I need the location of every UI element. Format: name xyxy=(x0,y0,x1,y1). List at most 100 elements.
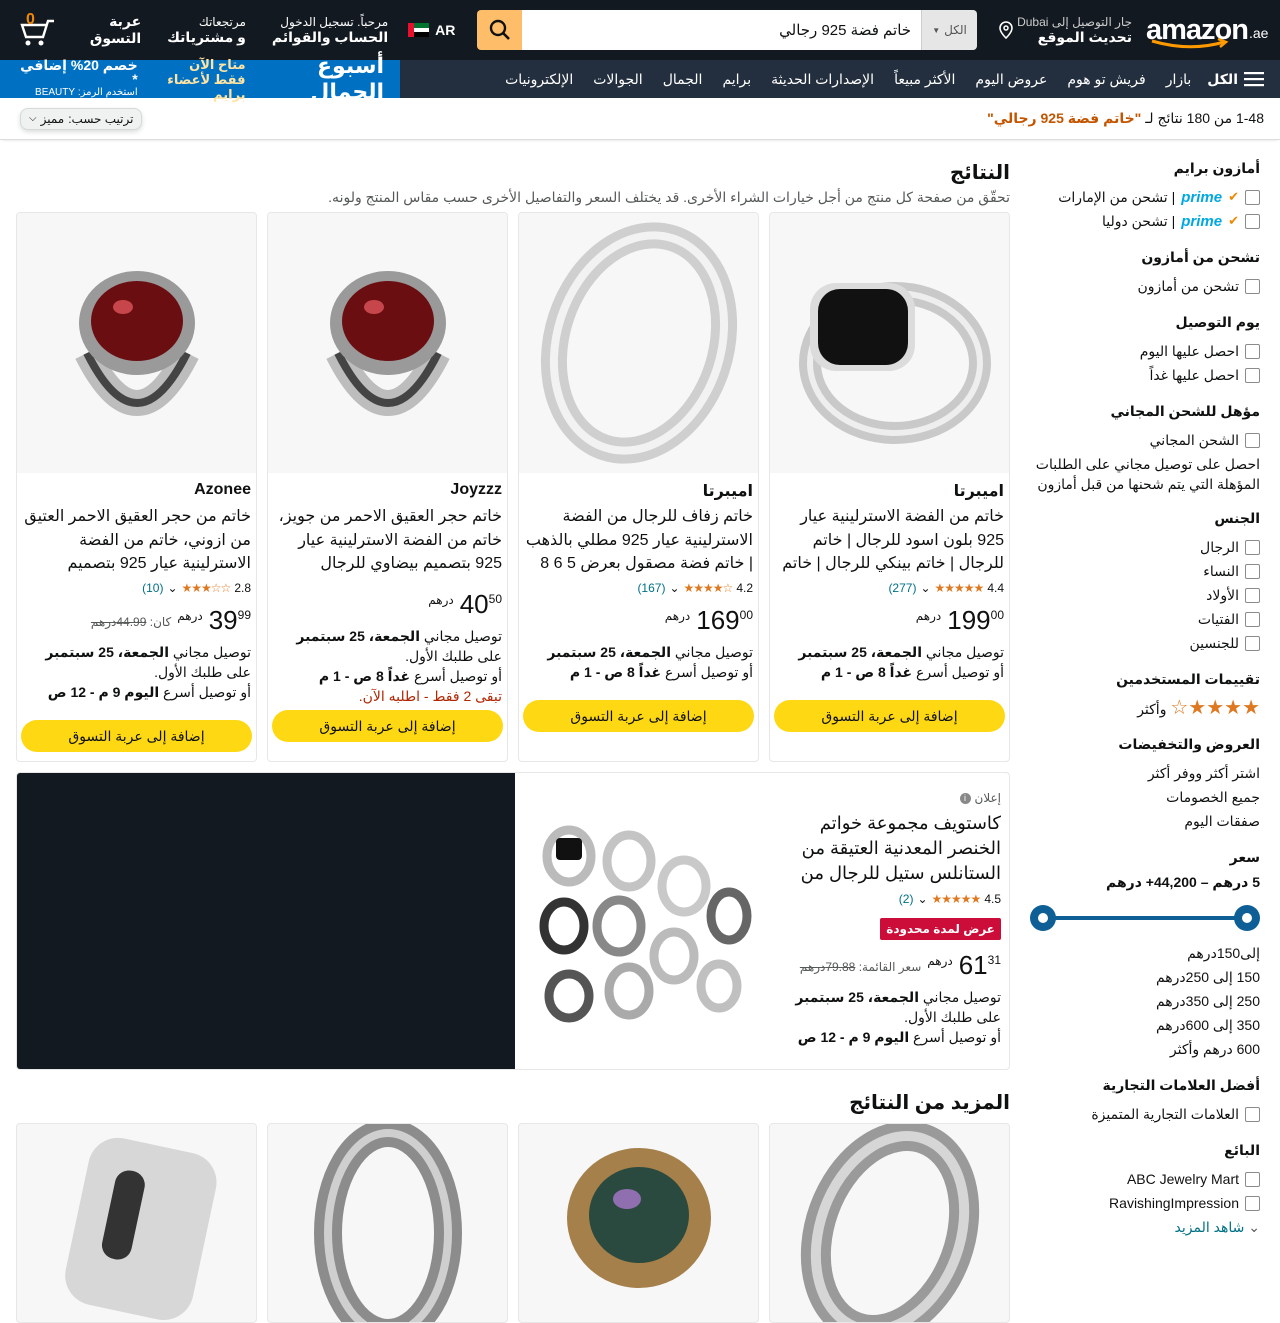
add-to-cart-button[interactable]: إضافة إلى عربة التسوق xyxy=(272,710,503,742)
sponsored-rating[interactable]: (2) ⌄ ★★★★★ 4.5 xyxy=(771,892,1001,906)
checkbox[interactable] xyxy=(1245,213,1260,229)
filter-gender-men[interactable]: الرجال xyxy=(1030,535,1260,559)
product-card[interactable]: اميبرتا خاتم من الفضة الاسترلينية عيار 9… xyxy=(769,212,1010,762)
subnav-link-beauty[interactable]: الجمال xyxy=(653,71,713,88)
product-image-tungsten-ring[interactable] xyxy=(769,1123,1010,1323)
filter-seller-ravishing[interactable]: RavishingImpression xyxy=(1030,1191,1260,1215)
ad-label[interactable]: إعلان i xyxy=(771,791,1001,805)
rating-count[interactable]: (167) xyxy=(637,581,665,595)
beauty-week-promo[interactable]: أسبوع الجمال متاح الآن فقط لأعضاء برايم … xyxy=(0,53,400,104)
results-query: "خاتم فضة 925 رجالي" xyxy=(987,110,1142,126)
filter-free-title: مؤهل للشحن المجاني xyxy=(1110,403,1260,419)
filter-seller-abc[interactable]: ABC Jewelry Mart xyxy=(1030,1167,1260,1191)
filter-deal-link[interactable]: صفقات اليوم xyxy=(1030,809,1260,833)
filter-free-option[interactable]: الشحن المجاني xyxy=(1030,428,1260,452)
product-title[interactable]: خاتم حجر العقيق الاحمر من جويز، خاتم من … xyxy=(273,505,502,575)
product-image-silver-band[interactable] xyxy=(267,1123,508,1323)
see-more-link[interactable]: ⌄ شاهد المزيد xyxy=(1030,1215,1260,1239)
account-menu[interactable]: مرحباً. تسجيل الدخول الحساب والقوائم xyxy=(272,15,388,46)
subnav-link-mobiles[interactable]: الجوالات xyxy=(583,71,652,88)
checkbox[interactable] xyxy=(1245,189,1260,205)
product-image-mystic-stone-ring[interactable] xyxy=(518,1123,759,1323)
search-button[interactable] xyxy=(477,10,523,50)
filter-prime-uae[interactable]: ✔ prime | تشحن من الإمارات xyxy=(1030,185,1260,209)
product-card[interactable]: Joyzzz خاتم حجر العقيق الاحمر من جويز، خ… xyxy=(267,212,508,762)
rating-count[interactable]: (277) xyxy=(888,581,916,595)
subnav-link-fresh[interactable]: فريش تو هوم xyxy=(1057,71,1155,88)
checkbox[interactable] xyxy=(1245,343,1260,359)
filter-gender-boys[interactable]: الأولاد xyxy=(1030,583,1260,607)
filter-prime-intl[interactable]: ✔ prime | تشحن دوليا xyxy=(1030,209,1260,233)
filter-brands-top[interactable]: العلامات التجارية المتميزة xyxy=(1030,1102,1260,1126)
sponsored-image-ring-set[interactable] xyxy=(515,773,763,1069)
checkbox[interactable] xyxy=(1245,278,1260,294)
price-slider-max-handle[interactable] xyxy=(1030,905,1056,931)
product-rating[interactable]: (10) ⌄ ★★★☆☆ 2.8 xyxy=(22,581,251,595)
filter-gender-unisex[interactable]: للجنسين xyxy=(1030,631,1260,655)
subnav-link-prime[interactable]: برايم xyxy=(712,71,761,88)
filter-delivery-tomorrow[interactable]: احصل عليها غداً xyxy=(1030,363,1260,387)
filter-deal-link[interactable]: جميع الخصومات xyxy=(1030,785,1260,809)
filter-fba: تشحن من أمازون تشحن من أمازون xyxy=(1030,249,1260,298)
filter-gender-women[interactable]: النساء xyxy=(1030,559,1260,583)
price-slider[interactable] xyxy=(1030,903,1260,933)
product-title[interactable]: خاتم من حجر العقيق الاحمر العتيق من ازون… xyxy=(22,505,251,575)
checkbox[interactable] xyxy=(1245,1171,1260,1187)
filter-deal-link[interactable]: اشتر أكثر ووفر أكثر xyxy=(1030,761,1260,785)
sponsored-title[interactable]: كاستويف مجموعة خواتم الخنصر المعدنية الع… xyxy=(771,811,1001,886)
checkbox[interactable] xyxy=(1245,1106,1260,1122)
returns-orders[interactable]: مرتجعاتك و مشترياتك xyxy=(167,15,246,46)
checkbox[interactable] xyxy=(1245,563,1260,579)
checkbox[interactable] xyxy=(1245,587,1260,603)
filter-reviews-4up[interactable]: ★★★★☆ وأكثر xyxy=(1030,696,1261,720)
subnav-link-deals[interactable]: عروض اليوم xyxy=(965,71,1057,88)
subnav-link-new-releases[interactable]: الإصدارات الحديثة xyxy=(761,71,884,88)
deliver-to[interactable]: جار التوصيل إلى Dubai تحديث الموقع xyxy=(999,15,1132,46)
checkbox[interactable] xyxy=(1245,539,1260,555)
checkbox[interactable] xyxy=(1245,432,1260,448)
product-title[interactable]: خاتم زفاف للرجال من الفضة الاسترلينية عي… xyxy=(524,505,753,575)
checkbox[interactable] xyxy=(1245,367,1260,383)
product-image-black-signet-ring[interactable] xyxy=(770,213,1009,473)
product-image-wedding-band[interactable] xyxy=(519,213,758,473)
orders-line1: مرتجعاتك xyxy=(198,14,246,29)
product-image-red-agate-ring[interactable] xyxy=(17,213,256,473)
results-count: 1-48 من 180 نتائج لـ "خاتم فضة 925 رجالي… xyxy=(987,110,1264,127)
checkbox[interactable] xyxy=(1245,1195,1260,1211)
price-slider-min-handle[interactable] xyxy=(1234,905,1260,931)
all-menu-button[interactable]: الكل xyxy=(1207,71,1264,88)
amazon-logo[interactable]: amazon .ae xyxy=(1146,5,1268,55)
checkbox[interactable] xyxy=(1245,635,1260,651)
subnav-link-electronics[interactable]: الإلكترونيات xyxy=(495,71,583,88)
search-input[interactable] xyxy=(522,10,922,50)
product-rating[interactable]: (167) ⌄ ★★★★☆ 4.2 xyxy=(524,581,753,595)
filter-gender-girls[interactable]: الفتيات xyxy=(1030,607,1260,631)
rating-count[interactable]: (2) xyxy=(899,892,914,906)
cart-button[interactable]: عربة التسوق 0 xyxy=(16,11,141,47)
subnav-link-bestsellers[interactable]: الأكثر مبيعاً xyxy=(884,71,965,88)
price-range-link[interactable]: إلى150درهم xyxy=(1030,941,1260,965)
product-image-zircon-ring[interactable] xyxy=(16,1123,257,1323)
sponsored-video-area[interactable] xyxy=(17,773,515,1069)
add-to-cart-button[interactable]: إضافة إلى عربة التسوق xyxy=(21,720,252,752)
search-category-dropdown[interactable]: الكل ▼ xyxy=(921,10,978,50)
add-to-cart-button[interactable]: إضافة إلى عربة التسوق xyxy=(523,700,754,732)
price-range-link[interactable]: 350 إلى 600درهم xyxy=(1030,1013,1260,1037)
checkbox[interactable] xyxy=(1245,611,1260,627)
product-rating[interactable]: (277) ⌄ ★★★★★ 4.4 xyxy=(775,581,1004,595)
add-to-cart-button[interactable]: إضافة إلى عربة التسوق xyxy=(774,700,1005,732)
rating-count[interactable]: (10) xyxy=(142,581,163,595)
filter-delivery-today[interactable]: احصل عليها اليوم xyxy=(1030,339,1260,363)
filter-fba-option[interactable]: تشحن من أمازون xyxy=(1030,274,1260,298)
product-image-red-agate-ring[interactable] xyxy=(268,213,507,473)
sort-dropdown[interactable]: ترتيب حسب: مميز ⌵ xyxy=(20,107,143,130)
price-range-link[interactable]: 600 درهم وأكثر xyxy=(1030,1037,1260,1061)
product-title[interactable]: خاتم من الفضة الاسترلينية عيار 925 بلون … xyxy=(775,505,1004,575)
price-range-link[interactable]: 150 إلى 250درهم xyxy=(1030,965,1260,989)
product-card[interactable]: Azonee خاتم من حجر العقيق الاحمر العتيق … xyxy=(16,212,257,762)
product-card[interactable]: اميبرتا خاتم زفاف للرجال من الفضة الاستر… xyxy=(518,212,759,762)
sponsored-ad[interactable]: إعلان i كاستويف مجموعة خواتم الخنصر المعد… xyxy=(16,772,1010,1070)
language-selector[interactable]: AR xyxy=(408,22,455,38)
price-range-link[interactable]: 250 إلى 350درهم xyxy=(1030,989,1260,1013)
subnav-link-bazaar[interactable]: بازار xyxy=(1156,71,1202,88)
